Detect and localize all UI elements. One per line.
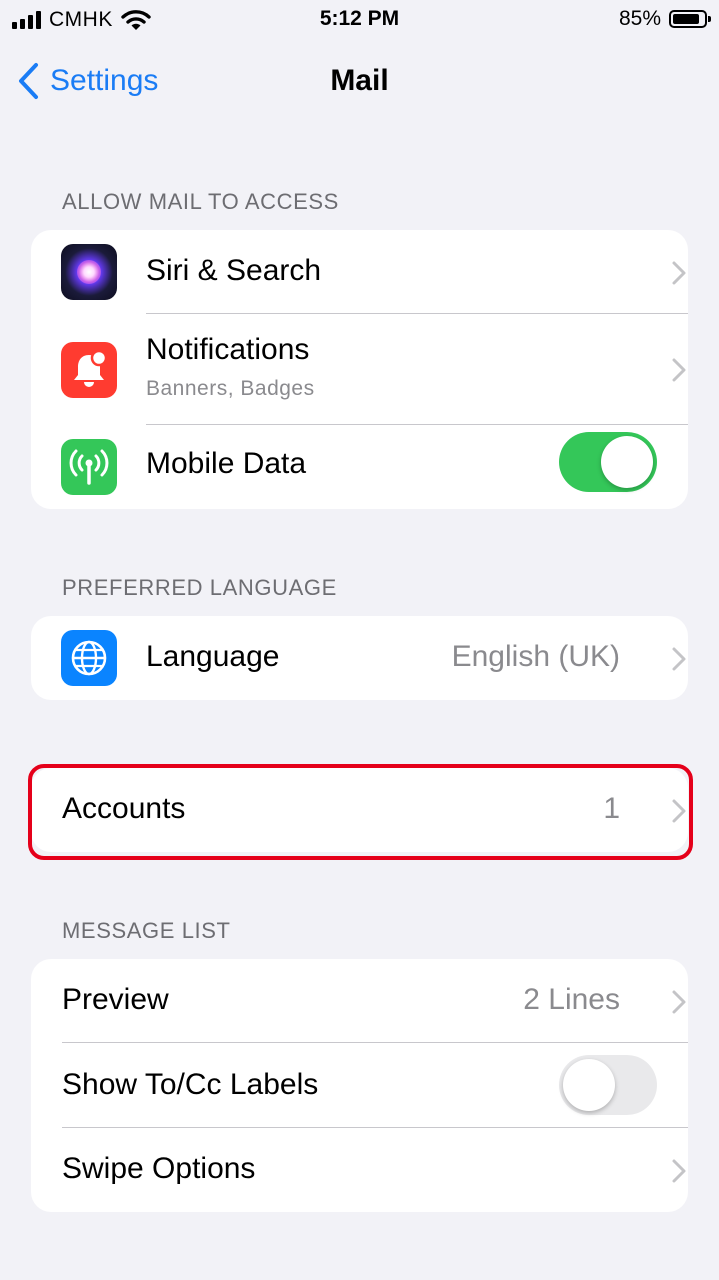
row-title: Mobile Data [146,447,307,480]
row-title: Siri & Search [146,254,322,287]
mobile-data-toggle[interactable] [559,432,657,492]
row-siri-search[interactable]: Siri & Search [31,230,688,314]
row-accounts[interactable]: Accounts 1 [31,768,688,852]
row-title: Swipe Options [62,1152,256,1185]
row-title: Notifications [146,333,310,366]
row-show-to-cc-labels: Show To/Cc Labels [31,1043,688,1128]
battery-fill [673,14,699,24]
status-right: 85% [618,7,711,31]
section-header-language: PREFERRED LANGUAGE [62,575,337,600]
row-language[interactable]: Language English (UK) [31,616,688,700]
chevron-right-icon [672,261,686,285]
row-title: Preview [62,983,169,1016]
row-title: Language [146,640,280,673]
row-swipe-options[interactable]: Swipe Options [31,1128,688,1212]
chevron-right-icon [672,647,686,671]
row-value: 2 Lines [523,983,620,1016]
section-header-allow-access: ALLOW MAIL TO ACCESS [62,189,339,214]
row-mobile-data: Mobile Data [31,425,688,509]
status-time: 5:12 PM [319,7,400,30]
accounts-group: Accounts 1 [31,768,688,852]
page-title: Mail [330,64,389,97]
chevron-right-icon [672,1159,686,1183]
notifications-icon [61,342,117,398]
message-list-group: Preview 2 Lines Show To/Cc Labels Swipe … [31,959,688,1212]
status-bar: CMHK 5:12 PM 85% [0,0,719,40]
globe-icon [61,630,117,686]
battery-icon [669,10,711,28]
antenna-icon [61,439,117,495]
bell-icon [74,349,108,387]
siri-icon [61,244,117,300]
row-value: 1 [603,792,620,825]
chevron-right-icon [672,990,686,1014]
navigation-bar: Settings Mail [0,50,719,110]
battery-percent: 85% [618,7,661,30]
show-to-cc-toggle[interactable] [559,1055,657,1115]
allow-access-group: Siri & Search Notifications Banners, Bad… [31,230,688,509]
row-subtitle: Banners, Badges [146,377,315,400]
row-title: Accounts [62,792,186,825]
row-notifications[interactable]: Notifications Banners, Badges [31,314,688,425]
row-value: English (UK) [451,640,620,673]
row-preview[interactable]: Preview 2 Lines [31,959,688,1043]
section-header-message-list: MESSAGE LIST [62,918,231,943]
row-title: Show To/Cc Labels [62,1068,319,1101]
language-group: Language English (UK) [31,616,688,700]
chevron-right-icon [672,358,686,382]
chevron-right-icon [672,799,686,823]
